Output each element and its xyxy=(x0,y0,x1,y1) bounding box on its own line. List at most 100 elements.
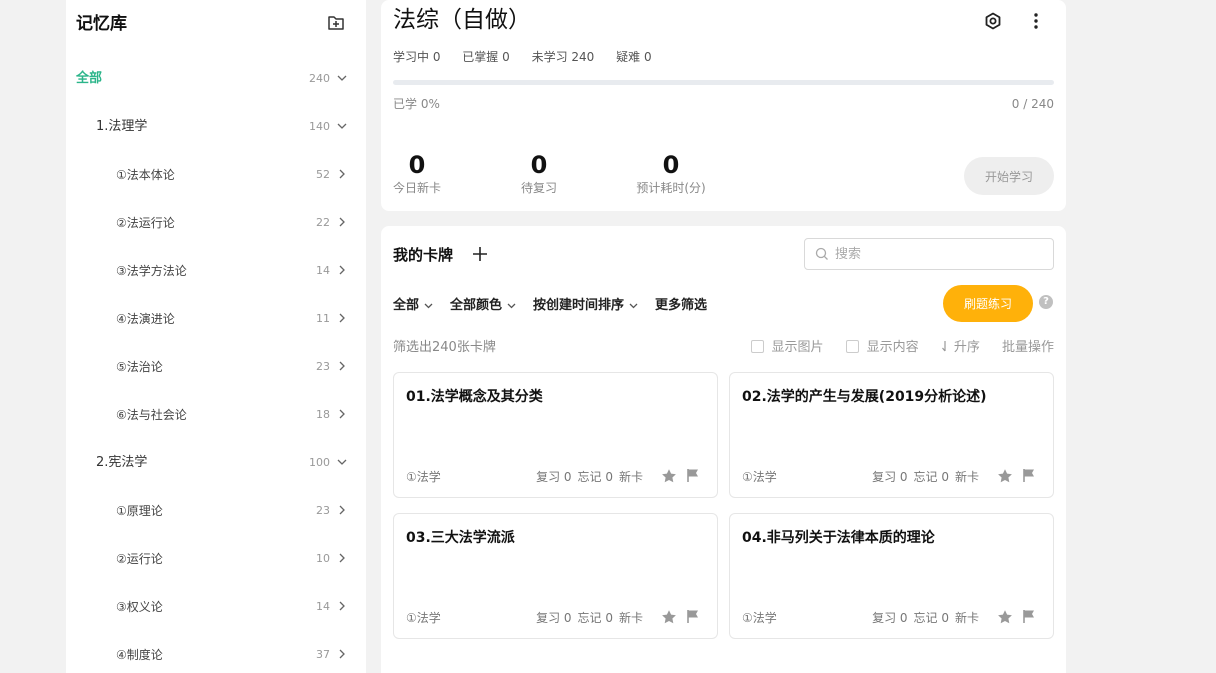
flag-icon[interactable] xyxy=(1022,609,1036,624)
sidebar-item[interactable]: 1.法理学 140 xyxy=(66,103,366,151)
sidebar-item-count: 140 xyxy=(309,120,330,133)
chevron-right-icon[interactable] xyxy=(336,216,348,228)
flag-icon[interactable] xyxy=(686,609,700,624)
batch-operation-button[interactable]: 批量操作 xyxy=(1002,339,1054,357)
sidebar-item-label: 2.宪法学 xyxy=(96,455,148,470)
start-learning-button[interactable]: 开始学习 xyxy=(964,157,1054,195)
chevron-right-icon[interactable] xyxy=(336,408,348,420)
show-content-checkbox[interactable] xyxy=(845,340,859,353)
sidebar-item[interactable]: ②运行论 10 xyxy=(66,535,366,583)
search-box[interactable] xyxy=(804,238,1054,270)
to-review-label: 待复习 xyxy=(520,181,557,195)
flag-icon[interactable] xyxy=(1022,468,1036,483)
memory-card[interactable]: 03.三大法学流派 ①法学 复习 0 忘记 0 新卡 xyxy=(393,513,718,639)
card-meta: 复习 0 忘记 0 新卡 xyxy=(530,468,643,486)
card-tag: ①法学 xyxy=(406,470,441,484)
sidebar-item-label: ④法演进论 xyxy=(116,312,175,326)
sidebar-item[interactable]: 2.宪法学 100 xyxy=(66,439,366,487)
more-filters-button[interactable]: 更多筛选 xyxy=(655,296,707,316)
sidebar-item-count: 14 xyxy=(316,264,330,277)
chevron-right-icon[interactable] xyxy=(336,600,348,612)
page-title: 法综（自做） xyxy=(393,7,531,33)
add-folder-icon[interactable] xyxy=(326,12,346,32)
star-icon[interactable] xyxy=(997,468,1013,484)
memory-card[interactable]: 01.法学概念及其分类 ①法学 复习 0 忘记 0 新卡 xyxy=(393,372,718,498)
card-forget-count: 忘记 0 xyxy=(913,470,949,484)
sidebar-item[interactable]: ⑤法治论 23 xyxy=(66,343,366,391)
today-new-label: 今日新卡 xyxy=(393,181,442,195)
card-review-count: 复习 0 xyxy=(872,611,908,625)
sidebar-item[interactable]: ③权义论 14 xyxy=(66,583,366,631)
memory-card[interactable]: 02.法学的产生与发展(2019分析论述) ①法学 复习 0 忘记 0 新卡 xyxy=(729,372,1054,498)
filter-bar: 全部 全部颜色 按创建时间排序 更多筛选 xyxy=(393,294,723,314)
view-options: 显示图片 显示内容 升序 批量操作 xyxy=(733,339,1054,357)
chevron-right-icon[interactable] xyxy=(336,264,348,276)
sidebar-item[interactable]: ④法演进论 11 xyxy=(66,295,366,343)
deck-overview-card: 法综（自做） 学习中 0 已掌握 0 未学习 240 疑难 0 已学 0% 0 … xyxy=(381,0,1066,211)
settings-icon[interactable] xyxy=(983,11,1003,31)
sidebar-item[interactable]: ①法本体论 52 xyxy=(66,151,366,199)
card-title: 03.三大法学流派 xyxy=(406,530,515,546)
sidebar: 记忆库 全部 240 1.法理学 140 ①法本体论 52 ②法运行论 22 ③法学方法论 14 ④… xyxy=(66,0,366,673)
card-status: 新卡 xyxy=(618,470,643,484)
chevron-right-icon[interactable] xyxy=(336,504,348,516)
filter-dropdown[interactable]: 全部 xyxy=(393,296,434,316)
today-new-stat: 0 今日新卡 xyxy=(393,150,441,196)
flag-icon[interactable] xyxy=(686,468,700,483)
sidebar-item-count: 18 xyxy=(316,408,330,421)
filter-dropdown[interactable]: 全部颜色 xyxy=(450,296,517,316)
practice-button[interactable]: 刷题练习 xyxy=(943,285,1033,322)
sidebar-item-count: 100 xyxy=(309,456,330,469)
sidebar-item-count: 23 xyxy=(316,360,330,373)
star-icon[interactable] xyxy=(661,468,677,484)
est-time-label: 预计耗时(分) xyxy=(636,181,706,195)
sort-order-toggle[interactable]: 升序 xyxy=(941,339,980,357)
sidebar-item[interactable]: ④制度论 37 xyxy=(66,631,366,673)
search-input[interactable] xyxy=(835,244,1045,264)
sidebar-item-count: 23 xyxy=(316,504,330,517)
stat-mastered: 已掌握 0 xyxy=(462,50,510,64)
show-content-toggle[interactable]: 显示内容 xyxy=(845,339,919,357)
chevron-right-icon[interactable] xyxy=(336,168,348,180)
sidebar-item-label: ①法本体论 xyxy=(116,168,175,182)
sidebar-item[interactable]: ①原理论 23 xyxy=(66,487,366,535)
today-new-value: 0 xyxy=(408,151,426,179)
sidebar-item-count: 52 xyxy=(316,168,330,181)
filter-dropdown[interactable]: 按创建时间排序 xyxy=(533,296,639,316)
sidebar-item[interactable]: ⑥法与社会论 18 xyxy=(66,391,366,439)
memory-card[interactable]: 04.非马列关于法律本质的理论 ①法学 复习 0 忘记 0 新卡 xyxy=(729,513,1054,639)
chevron-right-icon[interactable] xyxy=(336,648,348,660)
sidebar-item-count: 10 xyxy=(316,552,330,565)
library-tree: 全部 240 1.法理学 140 ①法本体论 52 ②法运行论 22 ③法学方法论 14 ④法演进论… xyxy=(66,55,366,673)
sidebar-item-label: ⑥法与社会论 xyxy=(116,408,187,422)
sidebar-item[interactable]: ③法学方法论 14 xyxy=(66,247,366,295)
sidebar-item[interactable]: 全部 240 xyxy=(66,55,366,103)
sidebar-item-count: 22 xyxy=(316,216,330,229)
sidebar-header: 记忆库 xyxy=(76,12,346,36)
star-icon[interactable] xyxy=(661,609,677,625)
chevron-right-icon[interactable] xyxy=(336,312,348,324)
chevron-down-icon xyxy=(629,303,638,309)
show-images-toggle[interactable]: 显示图片 xyxy=(750,339,824,357)
chevron-down-icon[interactable] xyxy=(336,120,348,132)
card-status: 新卡 xyxy=(954,611,979,625)
card-forget-count: 忘记 0 xyxy=(577,611,613,625)
chevron-right-icon[interactable] xyxy=(336,360,348,372)
card-title: 04.非马列关于法律本质的理论 xyxy=(742,530,935,546)
sidebar-item-label: ③法学方法论 xyxy=(116,264,187,278)
chevron-right-icon[interactable] xyxy=(336,552,348,564)
help-icon[interactable]: ? xyxy=(1039,295,1053,309)
sidebar-item[interactable]: ②法运行论 22 xyxy=(66,199,366,247)
add-card-icon[interactable] xyxy=(471,245,489,263)
show-images-checkbox[interactable] xyxy=(750,340,764,353)
chevron-down-icon[interactable] xyxy=(336,456,348,468)
chevron-down-icon xyxy=(424,303,433,309)
sidebar-item-count: 240 xyxy=(309,72,330,85)
chevron-down-icon[interactable] xyxy=(336,72,348,84)
card-review-count: 复习 0 xyxy=(536,611,572,625)
star-icon[interactable] xyxy=(997,609,1013,625)
card-meta: 复习 0 忘记 0 新卡 xyxy=(866,468,979,486)
to-review-value: 0 xyxy=(530,151,548,179)
more-vertical-icon[interactable] xyxy=(1026,11,1046,31)
est-time-stat: 0 预计耗时(分) xyxy=(633,150,709,196)
